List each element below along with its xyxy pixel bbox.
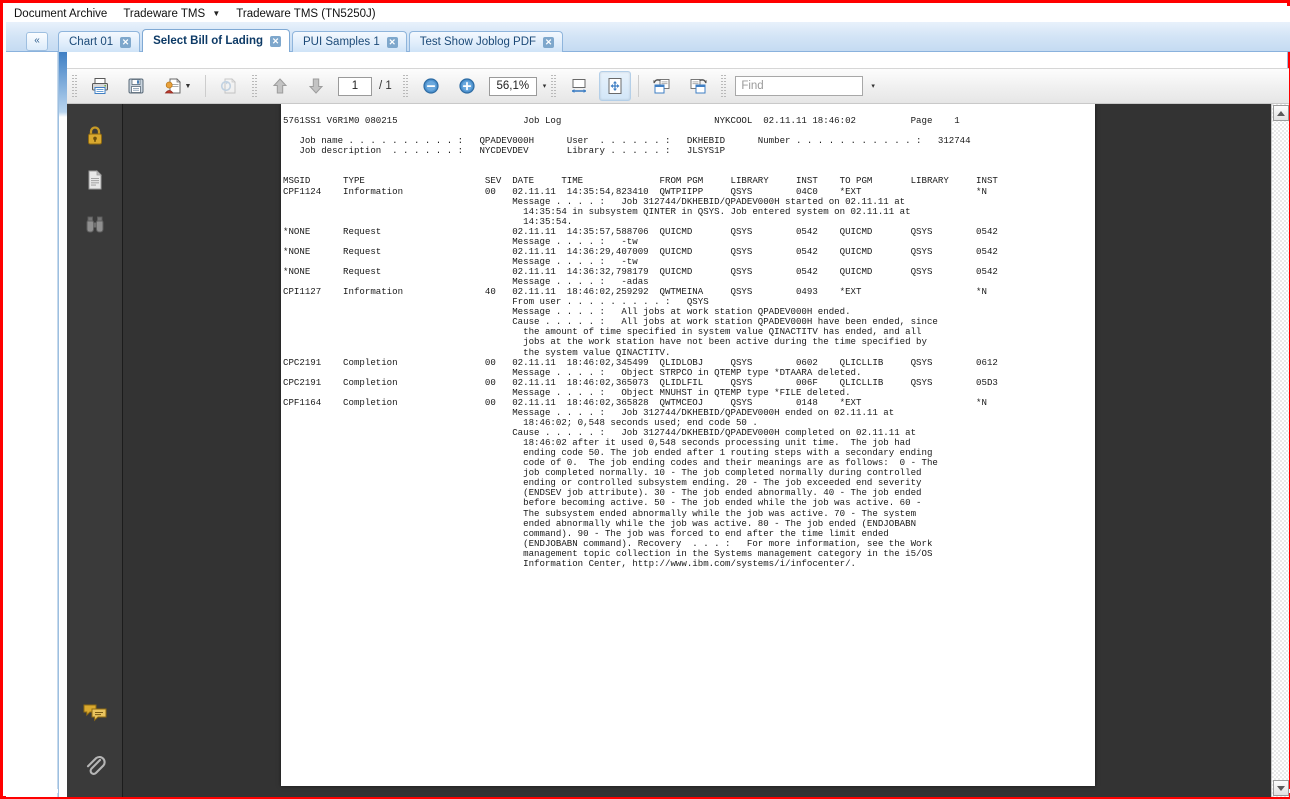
lock-icon <box>87 126 102 145</box>
menu-item-label: Tradeware TMS (TN5250J) <box>236 8 376 20</box>
rotate-right-button[interactable] <box>682 71 714 101</box>
close-icon[interactable]: ✕ <box>386 36 398 48</box>
triangle-up-icon <box>1277 110 1285 116</box>
menu-item-tradeware-tms[interactable]: Tradeware TMS ▼ <box>123 6 220 22</box>
tab-pui-samples-1[interactable]: PUI Samples 1 ✕ <box>292 31 407 52</box>
sidebar-item-security[interactable] <box>67 114 122 158</box>
chevron-down-icon[interactable]: ▼ <box>185 83 192 90</box>
menu-bar: Document Archive Tradeware TMS ▼ Tradewa… <box>6 6 1290 22</box>
left-gutter <box>6 52 58 797</box>
fit-page-icon <box>608 78 622 94</box>
arrow-up-icon <box>272 78 288 94</box>
page-thumbnail-icon <box>88 170 102 190</box>
rotate-right-icon <box>690 79 708 94</box>
printer-icon <box>92 78 108 94</box>
comments-icon <box>83 704 106 722</box>
toolbar-grip[interactable] <box>252 75 257 97</box>
zoom-in-button[interactable] <box>451 71 483 101</box>
sidebar-item-comments[interactable] <box>67 691 122 735</box>
find-dropdown-caret-icon[interactable]: ▾ <box>871 82 875 90</box>
application-window: Document Archive Tradeware TMS ▼ Tradewa… <box>0 0 1290 799</box>
fit-width-icon <box>572 79 587 93</box>
viewer-content: 5761SS1 V6R1M0 080215 Job Log NYKCOOL 02… <box>67 104 1289 797</box>
toolbar-grip[interactable] <box>402 75 408 97</box>
scroll-up-button[interactable] <box>1273 105 1289 121</box>
toolbar-separator <box>638 75 640 97</box>
floppy-disk-icon <box>128 78 144 94</box>
find-input[interactable]: Find <box>735 76 864 96</box>
zoom-in-icon <box>459 78 475 94</box>
fit-page-button[interactable] <box>599 71 632 101</box>
scroll-down-button[interactable] <box>1273 780 1289 796</box>
close-icon[interactable]: ✕ <box>120 36 132 48</box>
zoom-out-button[interactable] <box>415 71 447 101</box>
page-number-input[interactable]: 1 <box>338 76 372 96</box>
refresh-document-icon <box>220 78 236 94</box>
tab-label: Select Bill of Lading <box>153 35 264 47</box>
pdf-page: 5761SS1 V6R1M0 080215 Job Log NYKCOOL 02… <box>281 104 1095 786</box>
save-button[interactable] <box>120 71 152 101</box>
next-page-button[interactable] <box>300 71 332 101</box>
sidebar-item-search[interactable] <box>67 202 122 246</box>
previous-page-button[interactable] <box>264 71 296 101</box>
print-button[interactable] <box>84 71 116 101</box>
toolbar-grip[interactable] <box>721 75 727 97</box>
tab-test-show-joblog-pdf[interactable]: Test Show Joblog PDF ✕ <box>408 31 564 52</box>
export-document-icon <box>164 78 181 94</box>
tab-list: Chart 01 ✕ Select Bill of Lading ✕ PUI S… <box>58 29 565 52</box>
pdf-toolbar: ▼ 1 / 1 56,1% ▾ Find ▾ <box>67 68 1289 104</box>
tab-label: Test Show Joblog PDF <box>419 36 537 48</box>
pdf-viewer: ▼ 1 / 1 56,1% ▾ Find ▾ 5761SS1 V6R1M0 08… <box>58 52 1289 797</box>
toolbar-grip[interactable] <box>551 75 557 97</box>
toolbar-grip[interactable] <box>72 75 77 97</box>
export-button[interactable]: ▼ <box>156 71 198 101</box>
binoculars-icon <box>86 216 103 233</box>
arrow-down-icon <box>308 78 324 94</box>
tab-label: PUI Samples 1 <box>303 36 380 48</box>
rotate-left-icon <box>653 79 670 94</box>
zoom-out-icon <box>423 78 439 94</box>
menu-item-document-archive[interactable]: Document Archive <box>14 6 107 22</box>
fit-width-button[interactable] <box>563 71 595 101</box>
zoom-level-input[interactable]: 56,1% <box>488 76 537 96</box>
chevron-down-icon[interactable]: ▾ <box>543 82 547 90</box>
menu-item-label: Document Archive <box>14 8 108 20</box>
close-icon[interactable]: ✕ <box>543 36 555 48</box>
tab-chart-01[interactable]: Chart 01 ✕ <box>58 31 141 52</box>
tab-label: Chart 01 <box>69 36 114 48</box>
menu-item-tradeware-tms-tn5250j[interactable]: Tradeware TMS (TN5250J) <box>236 6 375 22</box>
triangle-down-icon <box>1277 785 1285 791</box>
sidebar-item-attachments[interactable] <box>67 743 122 787</box>
menu-item-label: Tradeware TMS <box>123 8 206 21</box>
refresh-button[interactable] <box>213 71 245 101</box>
close-icon[interactable]: ✕ <box>270 35 282 47</box>
sidebar-item-pages[interactable] <box>67 158 122 202</box>
tab-select-bill-of-lading[interactable]: Select Bill of Lading ✕ <box>142 29 291 52</box>
joblog-text: 5761SS1 V6R1M0 080215 Job Log NYKCOOL 02… <box>283 115 998 569</box>
viewer-sidebar <box>67 104 123 797</box>
chevron-down-icon: ▼ <box>212 8 221 18</box>
paperclip-icon <box>86 755 106 775</box>
collapse-panel-button[interactable]: « <box>26 32 48 51</box>
toolbar-separator <box>205 75 206 97</box>
rotate-left-button[interactable] <box>646 71 678 101</box>
viewer-accent-bar <box>59 52 67 797</box>
page-scroll-area[interactable]: 5761SS1 V6R1M0 080215 Job Log NYKCOOL 02… <box>123 104 1271 797</box>
vertical-scrollbar[interactable] <box>1271 104 1289 797</box>
page-total-label: / 1 <box>379 80 392 92</box>
